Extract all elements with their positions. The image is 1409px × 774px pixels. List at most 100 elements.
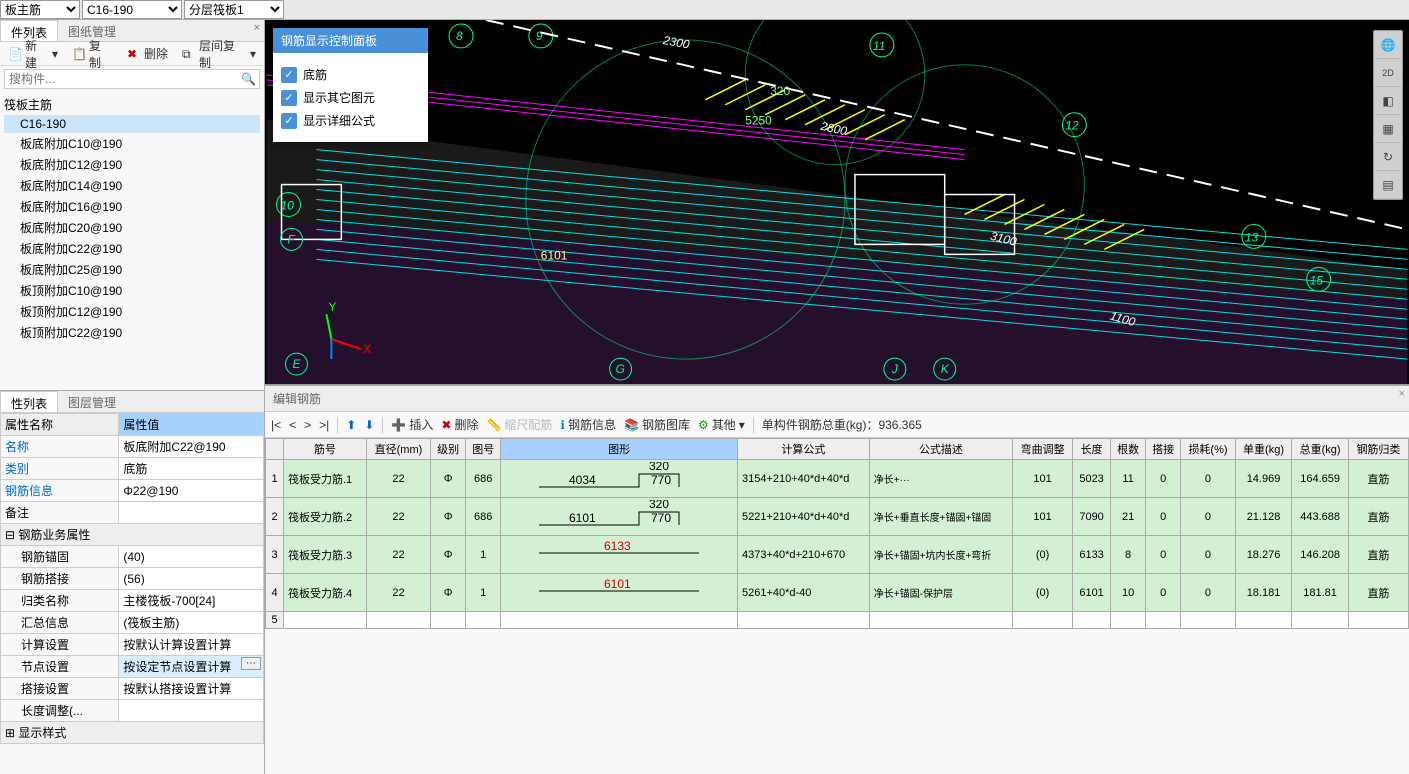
property-row[interactable]: 归类名称主楼筏板-700[24]: [1, 590, 264, 612]
rebar-edit-toolbar: |< < > >| ⬆ ⬇ ➕插入 ✖删除 📏缩尺配筋 ℹ钢筋信息 📚钢筋图库 …: [265, 412, 1409, 438]
rebar-col-header[interactable]: 搭接: [1146, 439, 1181, 460]
view-box-icon[interactable]: ▦: [1374, 115, 1402, 143]
rebar-row[interactable]: 1筏板受力筋.122Φ68632040347703154+210+40*d+40…: [266, 460, 1409, 498]
rebar-col-header[interactable]: 长度: [1073, 439, 1111, 460]
delete-button[interactable]: ✖删除: [123, 43, 172, 64]
property-row[interactable]: 备注: [1, 502, 264, 524]
top-dropdown-bar: 板主筋 C16-190 分层筏板1: [0, 0, 1409, 20]
rebar-col-header[interactable]: 根数: [1111, 439, 1146, 460]
nav-prev-button[interactable]: <: [289, 418, 296, 432]
search-icon[interactable]: 🔍: [241, 72, 256, 86]
rebar-spec-select[interactable]: C16-190: [82, 0, 182, 19]
tab-property-list[interactable]: 性列表: [0, 391, 58, 412]
tree-item[interactable]: 板底附加C12@190: [4, 154, 260, 175]
grid-letter: K: [941, 362, 950, 376]
tree-root-label[interactable]: 筏板主筋: [4, 94, 260, 115]
nav-first-button[interactable]: |<: [271, 418, 281, 432]
display-check-row[interactable]: ✓显示详细公式: [281, 109, 420, 132]
ellipsis-button[interactable]: ⋯: [241, 657, 261, 670]
layercopy-icon: ⧉: [182, 47, 196, 61]
rebar-col-header[interactable]: 直径(mm): [366, 439, 430, 460]
rebar-col-header[interactable]: 总重(kg): [1292, 439, 1349, 460]
property-row[interactable]: 计算设置按默认计算设置计算: [1, 634, 264, 656]
property-row[interactable]: 钢筋搭接(56): [1, 568, 264, 590]
rebar-lib-button[interactable]: 📚钢筋图库: [624, 416, 690, 433]
rebar-col-header[interactable]: 计算公式: [737, 439, 869, 460]
nav-last-button[interactable]: >|: [319, 418, 329, 432]
property-row[interactable]: 名称板底附加C22@190: [1, 436, 264, 458]
rebar-col-header[interactable]: 弯曲调整: [1013, 439, 1073, 460]
3d-viewport[interactable]: 8 9 11 12 13 15 10 2300 2800 3100 1100 3…: [265, 20, 1409, 385]
rebar-row[interactable]: 2筏板受力筋.222Φ68632061017705221+210+40*d+40…: [266, 498, 1409, 536]
search-input[interactable]: [4, 69, 260, 89]
property-panel: × 性列表 图层管理 属性名称 属性值 名称板底附加C22@190类别底筋钢筋信…: [0, 390, 264, 774]
component-tree[interactable]: 筏板主筋 C16-190板底附加C10@190板底附加C12@190板底附加C1…: [0, 92, 264, 342]
display-check-row[interactable]: ✓底筋: [281, 63, 420, 86]
rebar-col-header[interactable]: 级别: [431, 439, 466, 460]
nav-next-button[interactable]: >: [304, 418, 311, 432]
tree-item[interactable]: 板底附加C22@190: [4, 238, 260, 259]
rebar-row[interactable]: 3筏板受力筋.322Φ161334373+40*d+210+670净长+锚固+坑…: [266, 536, 1409, 574]
svg-text:Y: Y: [328, 300, 336, 314]
svg-text:4034: 4034: [569, 473, 596, 487]
export-up-icon[interactable]: ⬆: [346, 418, 356, 432]
checkbox-icon[interactable]: ✓: [281, 67, 297, 83]
raft-layer-select[interactable]: 分层筏板1: [184, 0, 284, 19]
dim-text: 6101: [541, 248, 568, 262]
insert-button[interactable]: ➕插入: [391, 416, 433, 433]
property-row[interactable]: 节点设置按设定节点设置计算⋯: [1, 656, 264, 678]
tab-layer-mgmt[interactable]: 图层管理: [58, 391, 126, 412]
checkbox-icon[interactable]: ✓: [281, 90, 297, 106]
property-row[interactable]: 汇总信息(筏板主筋): [1, 612, 264, 634]
property-row[interactable]: 钢筋锚固(40): [1, 546, 264, 568]
tree-item[interactable]: 板底附加C20@190: [4, 217, 260, 238]
grid-letter: J: [891, 362, 899, 376]
property-row[interactable]: ⊞ 显示样式: [1, 722, 264, 744]
view-globe-icon[interactable]: 🌐: [1374, 31, 1402, 59]
checkbox-icon[interactable]: ✓: [281, 113, 297, 129]
tree-item[interactable]: 板顶附加C22@190: [4, 322, 260, 342]
rebar-row[interactable]: 5: [266, 612, 1409, 629]
tree-item[interactable]: 板底附加C25@190: [4, 259, 260, 280]
svg-text:770: 770: [651, 511, 671, 525]
property-grid[interactable]: 属性名称 属性值 名称板底附加C22@190类别底筋钢筋信息Φ22@190备注⊟…: [0, 413, 264, 774]
tree-item[interactable]: 板底附加C16@190: [4, 196, 260, 217]
tree-item[interactable]: 板底附加C14@190: [4, 175, 260, 196]
rebar-col-header[interactable]: 图形: [501, 439, 738, 460]
tree-item[interactable]: 板顶附加C12@190: [4, 301, 260, 322]
property-row[interactable]: 类别底筋: [1, 458, 264, 480]
info-icon: ℹ: [560, 418, 565, 432]
rebar-col-header[interactable]: 筋号: [284, 439, 367, 460]
rebar-col-header[interactable]: 单重(kg): [1235, 439, 1292, 460]
rebar-table[interactable]: 筋号直径(mm)级别图号图形计算公式公式描述弯曲调整长度根数搭接损耗(%)单重(…: [265, 438, 1409, 774]
display-check-row[interactable]: ✓显示其它图元: [281, 86, 420, 109]
other-button[interactable]: ⚙其他 ▾: [698, 416, 745, 433]
scale-button[interactable]: 📏缩尺配筋: [486, 416, 552, 433]
property-row[interactable]: 钢筋信息Φ22@190: [1, 480, 264, 502]
grid-num: 8: [456, 29, 463, 43]
close-icon[interactable]: ×: [1399, 388, 1405, 400]
tree-item[interactable]: 板顶附加C10@190: [4, 280, 260, 301]
property-row[interactable]: 搭接设置按默认搭接设置计算: [1, 678, 264, 700]
view-grid-icon[interactable]: ▤: [1374, 171, 1402, 199]
rebar-col-header[interactable]: 公式描述: [869, 439, 1012, 460]
grid-letter: G: [616, 362, 625, 376]
rebar-col-header[interactable]: 损耗(%): [1181, 439, 1235, 460]
tree-item[interactable]: 板底附加C10@190: [4, 133, 260, 154]
view-rotate-icon[interactable]: ↻: [1374, 143, 1402, 171]
grid-num: 12: [1065, 119, 1079, 133]
property-row[interactable]: 长度调整(...: [1, 700, 264, 722]
layer-type-select[interactable]: 板主筋: [0, 0, 80, 19]
svg-text:320: 320: [649, 500, 669, 511]
rebar-col-header[interactable]: 图号: [466, 439, 501, 460]
rebar-edit-title: 编辑钢筋: [265, 386, 1409, 412]
property-row[interactable]: ⊟ 钢筋业务属性: [1, 524, 264, 546]
export-down-icon[interactable]: ⬇: [364, 418, 374, 432]
rebar-row[interactable]: 4筏板受力筋.422Φ161015261+40*d-40净长+锚固-保护层(0)…: [266, 574, 1409, 612]
delete-rebar-button[interactable]: ✖删除: [441, 416, 478, 433]
rebar-info-button[interactable]: ℹ钢筋信息: [560, 416, 616, 433]
tree-item[interactable]: C16-190: [4, 115, 260, 133]
view-iso-icon[interactable]: ◧: [1374, 87, 1402, 115]
rebar-col-header[interactable]: 钢筋归类: [1348, 439, 1408, 460]
view-2d-icon[interactable]: 2D: [1374, 59, 1402, 87]
